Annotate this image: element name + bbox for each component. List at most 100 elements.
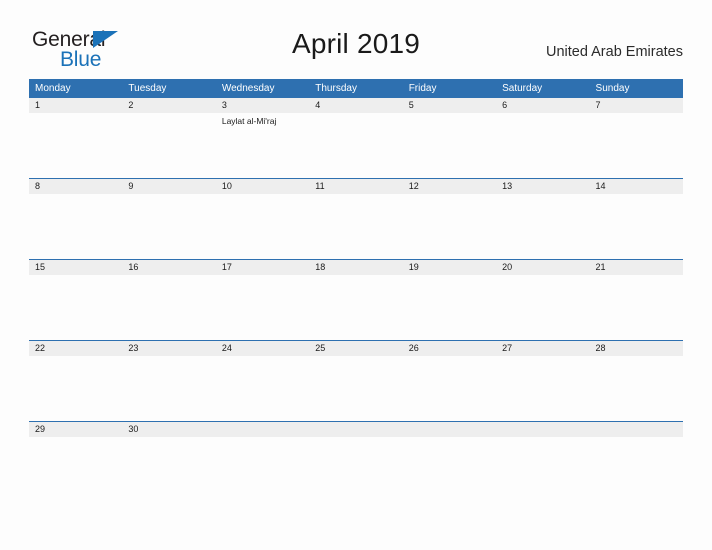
- calendar-day-cell[interactable]: 18: [309, 259, 403, 341]
- calendar-day-cell[interactable]: 1: [29, 98, 123, 179]
- day-number: 29: [29, 422, 123, 437]
- day-cell-inner: 25: [309, 341, 403, 421]
- day-number: 14: [589, 179, 683, 194]
- calendar-day-cell[interactable]: 17: [215, 259, 310, 341]
- weekday-header-monday: Monday: [29, 79, 123, 98]
- day-cell-inner: 19: [402, 260, 497, 340]
- calendar-page: General Blue April 2019 United Arab Emir…: [0, 0, 712, 550]
- calendar-day-cell[interactable]: 23: [122, 340, 216, 422]
- calendar-week-row: 15 16 17 18 19 20 21: [29, 259, 683, 341]
- calendar-day-cell[interactable]: 19: [402, 259, 497, 341]
- day-number: 2: [122, 98, 216, 113]
- day-number: 4: [309, 98, 403, 113]
- weekday-header-saturday: Saturday: [496, 79, 590, 98]
- day-number: 17: [215, 260, 310, 275]
- calendar-day-cell[interactable]: 16: [122, 259, 216, 341]
- calendar-week-row: 22 23 24 25 26 27 28: [29, 340, 683, 422]
- calendar-day-cell[interactable]: 20: [496, 259, 590, 341]
- calendar-week-row: 1 2 3 Laylat al-Mi'raj 4 5 6 7: [29, 98, 683, 179]
- day-cell-inner: 20: [496, 260, 590, 340]
- day-number: 23: [122, 341, 216, 356]
- day-number: 9: [122, 179, 216, 194]
- calendar-day-cell[interactable]: 27: [496, 340, 590, 422]
- day-number: 28: [589, 341, 683, 356]
- calendar-day-cell[interactable]: 29: [29, 421, 123, 444]
- calendar-day-cell[interactable]: [589, 421, 683, 444]
- day-number: 22: [29, 341, 123, 356]
- day-cell-inner: 23: [122, 341, 216, 421]
- calendar-day-cell[interactable]: [309, 421, 403, 444]
- calendar-day-cell[interactable]: 30: [122, 421, 216, 444]
- day-number: 5: [402, 98, 497, 113]
- day-cell-inner: 15: [29, 260, 123, 340]
- calendar-header-row: Monday Tuesday Wednesday Thursday Friday Satu…: [29, 79, 683, 98]
- calendar-week-row: 8 9 10 11 12 13 14: [29, 178, 683, 260]
- calendar-day-cell[interactable]: 4: [309, 98, 403, 179]
- day-number: 20: [496, 260, 590, 275]
- day-number: 19: [402, 260, 497, 275]
- day-number: [402, 422, 497, 437]
- day-cell-inner: 2: [122, 98, 216, 178]
- day-number: 13: [496, 179, 590, 194]
- day-number: 12: [402, 179, 497, 194]
- day-cell-inner: 22: [29, 341, 123, 421]
- day-cell-inner: [309, 422, 403, 444]
- day-cell-inner: 12: [402, 179, 497, 259]
- calendar-day-cell[interactable]: 25: [309, 340, 403, 422]
- calendar-day-cell[interactable]: 24: [215, 340, 310, 422]
- calendar-day-cell[interactable]: 10: [215, 178, 310, 260]
- day-number: 25: [309, 341, 403, 356]
- page-header: General Blue April 2019 United Arab Emir…: [0, 0, 712, 76]
- weekday-header-wednesday: Wednesday: [215, 79, 310, 98]
- weekday-header-tuesday: Tuesday: [122, 79, 216, 98]
- calendar-day-cell[interactable]: 7: [589, 98, 683, 179]
- calendar-day-cell[interactable]: 6: [496, 98, 590, 179]
- calendar-day-cell[interactable]: [496, 421, 590, 444]
- day-cell-inner: 18: [309, 260, 403, 340]
- calendar-day-cell[interactable]: 12: [402, 178, 497, 260]
- calendar-day-cell[interactable]: 13: [496, 178, 590, 260]
- calendar-grid: Monday Tuesday Wednesday Thursday Friday Satu…: [29, 79, 683, 444]
- day-number: 30: [122, 422, 216, 437]
- calendar-day-cell[interactable]: 14: [589, 178, 683, 260]
- country-label: United Arab Emirates: [545, 44, 683, 60]
- day-number: 3: [215, 98, 310, 113]
- calendar-day-cell[interactable]: [215, 421, 310, 444]
- calendar-day-cell[interactable]: 28: [589, 340, 683, 422]
- calendar-day-cell[interactable]: 22: [29, 340, 123, 422]
- calendar-day-cell[interactable]: 5: [402, 98, 497, 179]
- day-cell-inner: 7: [589, 98, 683, 178]
- calendar-day-cell[interactable]: 2: [122, 98, 216, 179]
- day-cell-inner: 14: [589, 179, 683, 259]
- calendar-day-cell[interactable]: 26: [402, 340, 497, 422]
- calendar-day-cell[interactable]: 21: [589, 259, 683, 341]
- day-cell-inner: 11: [309, 179, 403, 259]
- day-number: 26: [402, 341, 497, 356]
- day-number: 11: [309, 179, 403, 194]
- day-cell-inner: 28: [589, 341, 683, 421]
- calendar-day-cell[interactable]: 15: [29, 259, 123, 341]
- day-number: 21: [589, 260, 683, 275]
- day-cell-inner: 1: [29, 98, 123, 178]
- day-cell-inner: [402, 422, 497, 444]
- day-cell-inner: 17: [215, 260, 310, 340]
- day-cell-inner: 29: [29, 422, 123, 444]
- day-cell-inner: 16: [122, 260, 216, 340]
- day-number: 6: [496, 98, 590, 113]
- day-cell-inner: [215, 422, 310, 444]
- day-number: 8: [29, 179, 123, 194]
- day-cell-inner: 21: [589, 260, 683, 340]
- calendar-day-cell[interactable]: [402, 421, 497, 444]
- day-number: [496, 422, 590, 437]
- day-cell-inner: 10: [215, 179, 310, 259]
- weekday-header-friday: Friday: [402, 79, 497, 98]
- calendar-day-cell[interactable]: 3 Laylat al-Mi'raj: [215, 98, 310, 179]
- day-number: 7: [589, 98, 683, 113]
- calendar-day-cell[interactable]: 8: [29, 178, 123, 260]
- day-cell-inner: 30: [122, 422, 216, 444]
- day-cell-inner: 24: [215, 341, 310, 421]
- day-number: [589, 422, 683, 437]
- calendar-day-cell[interactable]: 11: [309, 178, 403, 260]
- day-number: 24: [215, 341, 310, 356]
- calendar-day-cell[interactable]: 9: [122, 178, 216, 260]
